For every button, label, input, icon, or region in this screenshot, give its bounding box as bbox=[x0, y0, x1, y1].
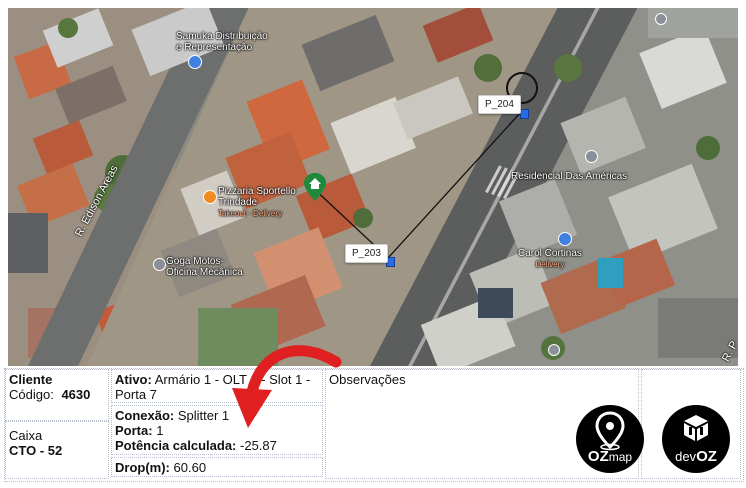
red-annotation-arrow bbox=[232, 345, 342, 428]
map-report-frame: Samuka Distribuição e Representação Pizz… bbox=[0, 0, 746, 488]
